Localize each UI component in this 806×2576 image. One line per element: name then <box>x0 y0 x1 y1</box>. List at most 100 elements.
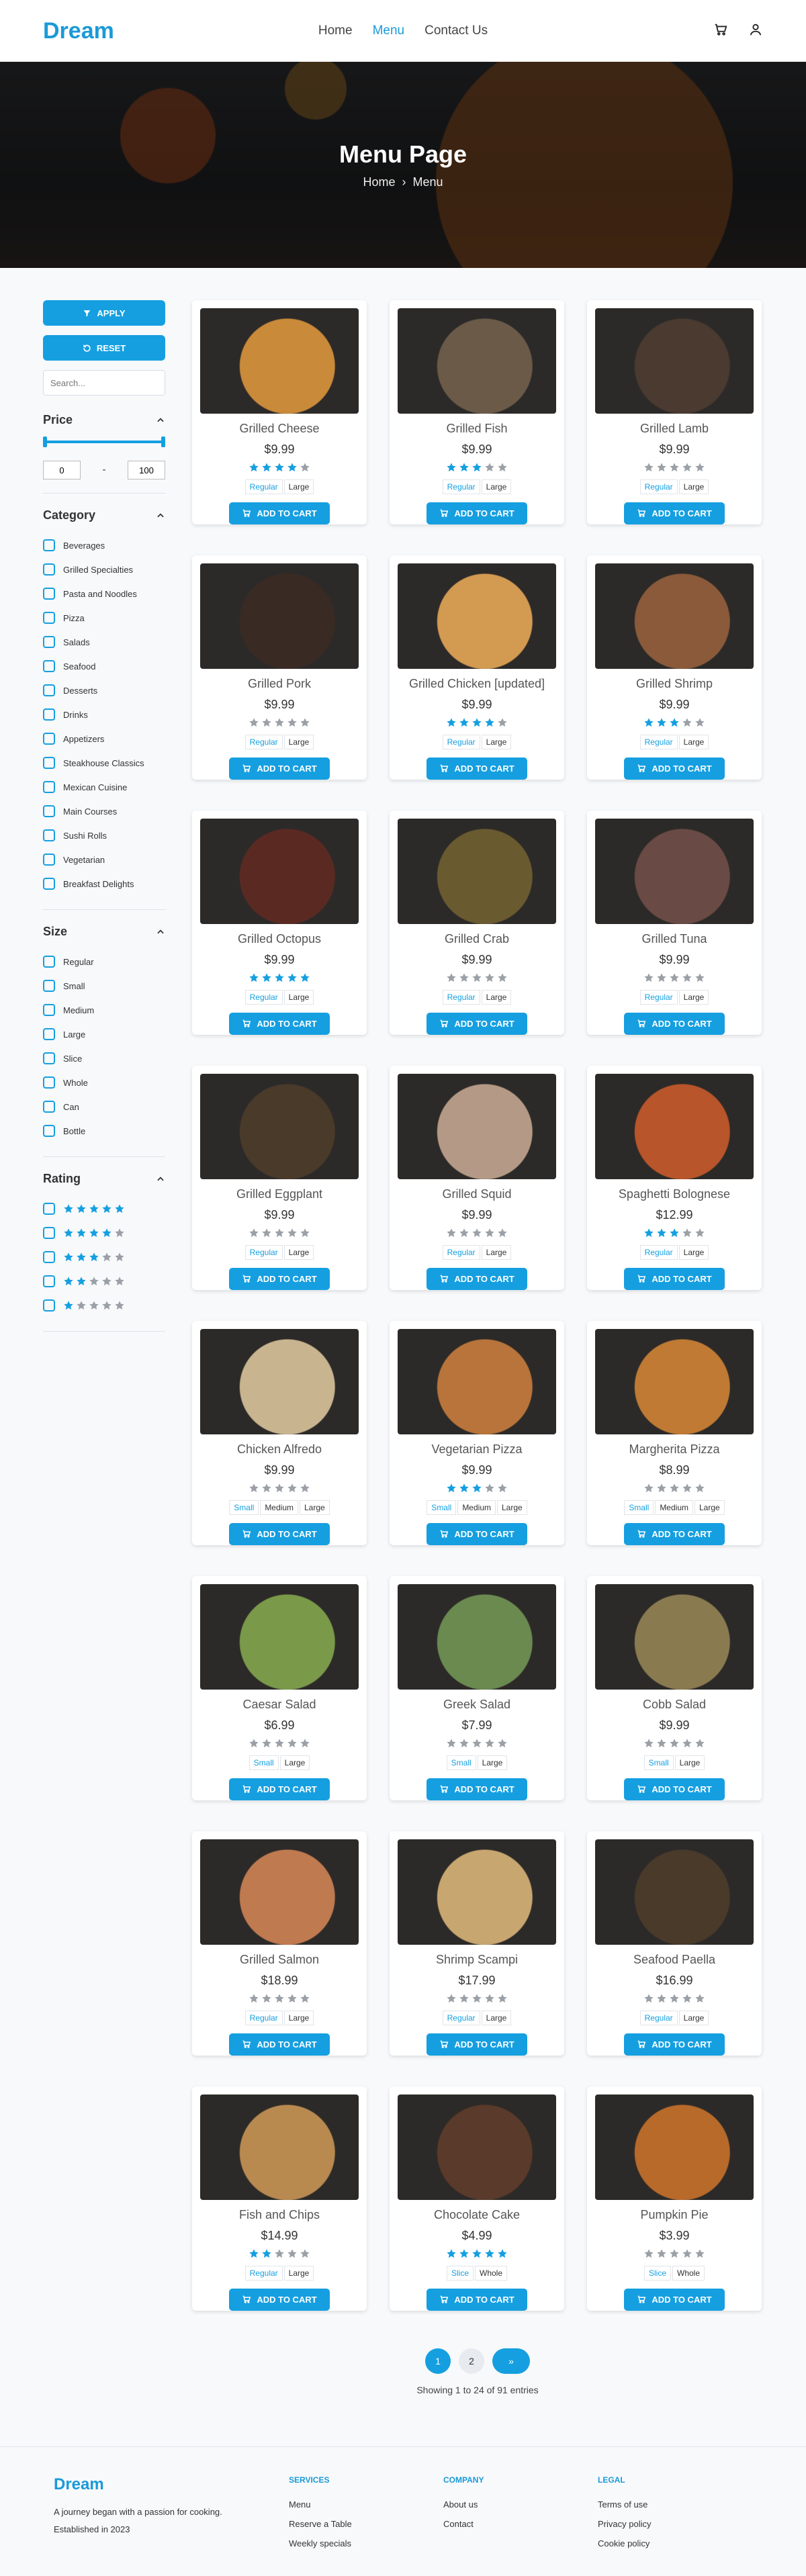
checkbox[interactable] <box>43 563 55 576</box>
add-to-cart-button[interactable]: ADD TO CART <box>229 2033 330 2056</box>
add-to-cart-button[interactable]: ADD TO CART <box>624 2288 725 2311</box>
checkbox[interactable] <box>43 781 55 793</box>
size-option-tag[interactable]: Whole <box>475 2265 508 2281</box>
slider-min-handle[interactable] <box>43 436 47 447</box>
checkbox[interactable] <box>43 1101 55 1113</box>
size-option-tag[interactable]: Regular <box>244 479 283 494</box>
size-option[interactable]: Small <box>43 974 165 998</box>
size-option-tag[interactable]: Regular <box>639 2010 678 2025</box>
size-option-tag[interactable]: Medium <box>655 1500 693 1515</box>
size-option-tag[interactable]: Large <box>497 1500 527 1515</box>
checkbox[interactable] <box>43 1275 55 1287</box>
breadcrumb-home[interactable]: Home <box>363 175 395 189</box>
add-to-cart-button[interactable]: ADD TO CART <box>624 1012 725 1035</box>
chevron-up-icon[interactable] <box>156 416 165 425</box>
size-option[interactable]: Slice <box>43 1046 165 1070</box>
rating-option[interactable] <box>43 1245 165 1269</box>
add-to-cart-button[interactable]: ADD TO CART <box>624 1267 725 1290</box>
nav-contact[interactable]: Contact Us <box>424 24 488 38</box>
size-option-tag[interactable]: Slice <box>446 2265 474 2281</box>
add-to-cart-button[interactable]: ADD TO CART <box>624 1522 725 1545</box>
add-to-cart-button[interactable]: ADD TO CART <box>624 502 725 524</box>
category-option[interactable]: Appetizers <box>43 727 165 751</box>
add-to-cart-button[interactable]: ADD TO CART <box>229 1012 330 1035</box>
category-option[interactable]: Breakfast Delights <box>43 872 165 896</box>
checkbox[interactable] <box>43 1227 55 1239</box>
size-option-tag[interactable]: Large <box>695 1500 725 1515</box>
chevron-up-icon[interactable] <box>156 927 165 937</box>
product-image[interactable] <box>200 1839 359 1945</box>
slider-max-handle[interactable] <box>161 436 165 447</box>
chevron-up-icon[interactable] <box>156 1175 165 1184</box>
price-slider[interactable] <box>43 436 165 447</box>
footer-logo[interactable]: Dream <box>54 2475 289 2494</box>
category-option[interactable]: Steakhouse Classics <box>43 751 165 775</box>
size-option-tag[interactable]: Regular <box>442 734 480 749</box>
size-option-tag[interactable]: Regular <box>639 479 678 494</box>
product-image[interactable] <box>595 1329 754 1434</box>
size-option-tag[interactable]: Large <box>481 989 512 1005</box>
rating-option[interactable] <box>43 1293 165 1318</box>
checkbox[interactable] <box>43 1203 55 1215</box>
product-image[interactable] <box>595 1074 754 1179</box>
category-option[interactable]: Main Courses <box>43 799 165 823</box>
product-image[interactable] <box>200 819 359 924</box>
product-image[interactable] <box>398 308 556 414</box>
apply-button[interactable]: APPLY <box>43 300 165 326</box>
rating-option[interactable] <box>43 1197 165 1221</box>
product-image[interactable] <box>595 308 754 414</box>
size-option-tag[interactable]: Large <box>678 1244 709 1260</box>
next-page-button[interactable]: » <box>492 2348 530 2374</box>
add-to-cart-button[interactable]: ADD TO CART <box>427 2033 527 2056</box>
checkbox[interactable] <box>43 733 55 745</box>
cart-icon[interactable] <box>713 22 728 40</box>
footer-link[interactable]: Contact <box>443 2519 598 2529</box>
checkbox[interactable] <box>43 757 55 769</box>
category-option[interactable]: Vegetarian <box>43 847 165 872</box>
size-option-tag[interactable]: Small <box>249 1755 279 1770</box>
size-option-tag[interactable]: Large <box>481 2010 512 2025</box>
size-option-tag[interactable]: Regular <box>244 2010 283 2025</box>
checkbox[interactable] <box>43 1299 55 1312</box>
checkbox[interactable] <box>43 1251 55 1263</box>
checkbox[interactable] <box>43 588 55 600</box>
category-option[interactable]: Grilled Specialties <box>43 557 165 582</box>
product-image[interactable] <box>398 819 556 924</box>
size-option-tag[interactable]: Regular <box>244 2265 283 2281</box>
size-option-tag[interactable]: Whole <box>672 2265 705 2281</box>
nav-menu[interactable]: Menu <box>373 24 405 38</box>
rating-option[interactable] <box>43 1221 165 1245</box>
category-option[interactable]: Drinks <box>43 702 165 727</box>
category-option[interactable]: Pizza <box>43 606 165 630</box>
size-option-tag[interactable]: Small <box>427 1500 457 1515</box>
add-to-cart-button[interactable]: ADD TO CART <box>624 757 725 780</box>
footer-link[interactable]: Reserve a Table <box>289 2519 443 2529</box>
add-to-cart-button[interactable]: ADD TO CART <box>229 2288 330 2311</box>
product-image[interactable] <box>200 308 359 414</box>
size-option-tag[interactable]: Large <box>481 1244 512 1260</box>
size-option-tag[interactable]: Regular <box>244 734 283 749</box>
size-option[interactable]: Whole <box>43 1070 165 1095</box>
footer-link[interactable]: Menu <box>289 2499 443 2510</box>
add-to-cart-button[interactable]: ADD TO CART <box>427 502 527 524</box>
chevron-up-icon[interactable] <box>156 511 165 520</box>
size-option-tag[interactable]: Regular <box>244 989 283 1005</box>
rating-option[interactable] <box>43 1269 165 1293</box>
product-image[interactable] <box>595 2095 754 2200</box>
size-option-tag[interactable]: Small <box>624 1500 654 1515</box>
footer-link[interactable]: About us <box>443 2499 598 2510</box>
size-option-tag[interactable]: Large <box>678 734 709 749</box>
product-image[interactable] <box>398 1584 556 1690</box>
price-min-input[interactable] <box>43 461 81 479</box>
checkbox[interactable] <box>43 539 55 551</box>
size-option-tag[interactable]: Medium <box>457 1500 496 1515</box>
size-option-tag[interactable]: Large <box>481 479 512 494</box>
checkbox[interactable] <box>43 805 55 817</box>
checkbox[interactable] <box>43 660 55 672</box>
add-to-cart-button[interactable]: ADD TO CART <box>229 502 330 524</box>
footer-link[interactable]: Privacy policy <box>598 2519 752 2529</box>
size-option-tag[interactable]: Small <box>643 1755 674 1770</box>
product-image[interactable] <box>398 2095 556 2200</box>
size-option-tag[interactable]: Large <box>283 479 314 494</box>
footer-link[interactable]: Weekly specials <box>289 2538 443 2548</box>
